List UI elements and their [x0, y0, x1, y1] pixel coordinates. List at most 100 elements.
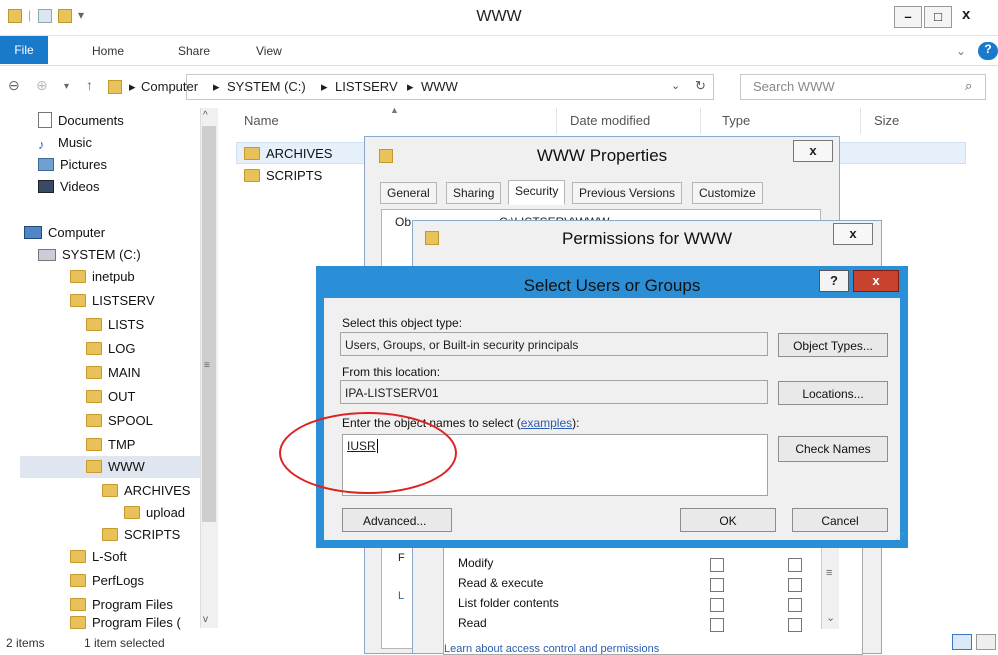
perm-row-read-execute: Read & execute [458, 576, 544, 590]
tab-general[interactable]: General [380, 182, 437, 204]
help-icon[interactable]: ? [978, 42, 998, 60]
resize-grip-icon[interactable]: ⋰ [896, 532, 904, 541]
forward-icon[interactable]: ⊕ [36, 77, 48, 94]
scroll-grip-icon: ≡ [204, 360, 210, 371]
allow-read-checkbox[interactable] [710, 618, 724, 632]
tiles-view-icon[interactable] [976, 634, 996, 650]
search-box[interactable]: Search WWW ⌕ [740, 74, 986, 100]
nav-item-log[interactable]: LOG [86, 338, 135, 360]
properties-close-button[interactable]: x [793, 140, 833, 162]
help-button[interactable]: ? [819, 270, 849, 292]
examples-link[interactable]: examples [521, 416, 572, 430]
nav-label: L-Soft [92, 549, 127, 564]
tab-sharing[interactable]: Sharing [446, 182, 502, 204]
nav-label: OUT [108, 389, 136, 404]
documents-icon [38, 112, 52, 128]
nav-item-music[interactable]: ♪ Music [38, 132, 92, 154]
ok-button[interactable]: OK [680, 508, 776, 532]
nav-item-upload[interactable]: upload [124, 502, 185, 524]
nav-item-spool[interactable]: SPOOL [86, 410, 153, 432]
back-icon[interactable]: ⊖ [8, 77, 20, 94]
nav-item-perflogs[interactable]: PerfLogs [70, 570, 144, 592]
refresh-icon[interactable]: ↻ [695, 78, 706, 94]
column-header-name[interactable]: Name [244, 113, 279, 128]
nav-item-listserv[interactable]: LISTSERV [70, 290, 155, 312]
ribbon-expand-icon[interactable]: ⌄ [956, 44, 966, 58]
nav-item-videos[interactable]: Videos [38, 176, 100, 198]
allow-list-folder-checkbox[interactable] [710, 598, 724, 612]
allow-modify-checkbox[interactable] [710, 558, 724, 572]
tab-customize[interactable]: Customize [692, 182, 763, 204]
maximize-button[interactable]: □ [924, 6, 952, 28]
object-types-button[interactable]: Object Types... [778, 333, 888, 357]
nav-item-out[interactable]: OUT [86, 386, 135, 408]
nav-label: LOG [108, 341, 136, 356]
deny-modify-checkbox[interactable] [788, 558, 802, 572]
minimize-button[interactable]: – [894, 6, 922, 28]
nav-item-documents[interactable]: Documents [38, 110, 124, 132]
nav-item-computer[interactable]: Computer [24, 222, 105, 244]
partial-link[interactable]: L [398, 590, 404, 602]
close-button[interactable]: x [962, 6, 970, 23]
object-type-field: Users, Groups, or Built-in security prin… [340, 332, 768, 356]
column-separator [700, 108, 701, 134]
deny-read-checkbox[interactable] [788, 618, 802, 632]
computer-icon [24, 226, 42, 239]
object-name-label: Ob [395, 215, 412, 229]
tab-previous-versions[interactable]: Previous Versions [572, 182, 683, 204]
nav-item-system-c[interactable]: SYSTEM (C:) [38, 244, 141, 266]
folder-icon [124, 506, 140, 519]
file-row-archives[interactable]: ARCHIVES [244, 146, 332, 161]
advanced-button[interactable]: Advanced... [342, 508, 452, 532]
nav-item-www[interactable]: WWW [20, 456, 200, 478]
nav-item-tmp[interactable]: TMP [86, 434, 135, 456]
folder-icon [102, 484, 118, 497]
tab-view[interactable]: View [256, 44, 282, 58]
deny-read-execute-checkbox[interactable] [788, 578, 802, 592]
nav-item-main[interactable]: MAIN [86, 362, 141, 384]
scroll-down-icon[interactable]: v [203, 614, 208, 625]
column-header-size[interactable]: Size [874, 113, 899, 128]
tab-security[interactable]: Security [508, 180, 566, 205]
crumb-www[interactable]: WWW [421, 79, 458, 94]
permissions-close-button[interactable]: x [833, 223, 873, 245]
folder-icon [102, 528, 118, 541]
nav-item-lists[interactable]: LISTS [86, 314, 144, 336]
scroll-up-icon[interactable]: ^ [203, 110, 208, 121]
cancel-button[interactable]: Cancel [792, 508, 888, 532]
deny-list-folder-checkbox[interactable] [788, 598, 802, 612]
search-icon[interactable]: ⌕ [965, 78, 972, 94]
sort-indicator-icon: ▲ [390, 105, 399, 115]
check-names-button[interactable]: Check Names [778, 436, 888, 462]
tab-home[interactable]: Home [92, 44, 124, 58]
column-header-date[interactable]: Date modified [570, 113, 650, 128]
nav-item-program-files-x86[interactable]: Program Files ( [70, 612, 181, 634]
nav-item-scripts[interactable]: SCRIPTS [102, 524, 180, 546]
column-header-type[interactable]: Type [722, 113, 750, 128]
nav-label: Program Files ( [92, 615, 181, 630]
nav-item-inetpub[interactable]: inetpub [70, 266, 135, 288]
crumb-separator: ▸ [213, 79, 220, 94]
enter-names-end: ): [572, 416, 580, 430]
locations-button[interactable]: Locations... [778, 381, 888, 405]
details-view-icon[interactable] [952, 634, 972, 650]
crumb-system-c[interactable]: SYSTEM (C:) [227, 79, 306, 94]
address-dropdown-icon[interactable]: ⌄ [671, 79, 680, 92]
select-users-close-button[interactable]: x [853, 270, 899, 292]
crumb-computer[interactable]: Computer [141, 79, 198, 94]
allow-read-execute-checkbox[interactable] [710, 578, 724, 592]
nav-item-pictures[interactable]: Pictures [38, 154, 107, 176]
tab-share[interactable]: Share [178, 44, 210, 58]
up-icon[interactable]: ↑ [86, 77, 93, 93]
address-bar[interactable]: ▸ Computer ▸ SYSTEM (C:) ▸ LISTSERV ▸ WW… [129, 74, 714, 100]
tab-file[interactable]: File [0, 36, 48, 64]
file-row-scripts[interactable]: SCRIPTS [244, 168, 322, 183]
nav-item-archives[interactable]: ARCHIVES [102, 480, 190, 502]
folder-icon [86, 366, 102, 379]
scroll-down-icon[interactable]: ⌄ [826, 611, 835, 624]
learn-link[interactable]: Learn about access control and permissio… [444, 643, 659, 654]
nav-item-l-soft[interactable]: L-Soft [70, 546, 127, 568]
nav-scrollbar-thumb[interactable] [202, 126, 216, 522]
recent-dropdown-icon[interactable]: ▾ [64, 81, 69, 92]
crumb-listserv[interactable]: LISTSERV [335, 79, 398, 94]
